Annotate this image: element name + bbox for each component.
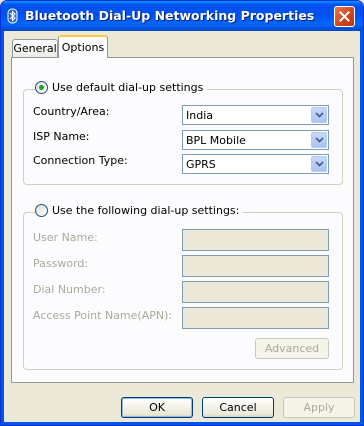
connection-type-value: GPRS	[186, 158, 216, 171]
tab-general-label: General	[13, 42, 57, 55]
chevron-down-icon[interactable]	[311, 107, 327, 123]
tab-options[interactable]: Options	[58, 35, 108, 58]
dialog-window: Bluetooth Dial-Up Networking Properties …	[0, 0, 364, 426]
chevron-down-icon[interactable]	[311, 156, 327, 172]
ok-button[interactable]: OK	[121, 397, 193, 418]
close-icon	[339, 11, 350, 22]
radio-button-unselected[interactable]	[35, 204, 48, 217]
connection-type-select[interactable]: GPRS	[182, 154, 329, 174]
user-name-field[interactable]	[182, 229, 329, 251]
isp-label: ISP Name:	[33, 130, 90, 143]
default-settings-radio-label: Use default dial-up settings	[52, 81, 204, 94]
cancel-button-label: Cancel	[219, 401, 257, 414]
dial-number-label: Dial Number:	[33, 283, 106, 296]
apply-button[interactable]: Apply	[283, 397, 355, 418]
tab-general[interactable]: General	[12, 39, 58, 57]
advanced-button[interactable]: Advanced	[255, 338, 329, 359]
bluetooth-icon	[7, 8, 18, 24]
window-title: Bluetooth Dial-Up Networking Properties	[25, 8, 315, 23]
window-border-bottom	[1, 422, 363, 425]
apn-label: Access Point Name(APN):	[33, 309, 173, 322]
window-border-left	[1, 31, 4, 425]
country-select[interactable]: India	[182, 105, 329, 125]
country-label: Country/Area:	[33, 105, 110, 118]
radio-button-selected[interactable]	[35, 81, 48, 94]
default-settings-radio[interactable]: Use default dial-up settings	[35, 81, 208, 94]
advanced-button-label: Advanced	[264, 342, 320, 355]
custom-settings-radio[interactable]: Use the following dial-up settings:	[35, 204, 244, 217]
user-name-label: User Name:	[33, 231, 98, 244]
ok-button-label: OK	[149, 401, 165, 414]
country-value: India	[186, 109, 213, 122]
password-label: Password:	[33, 257, 89, 270]
close-button[interactable]	[334, 6, 355, 27]
chevron-down-icon[interactable]	[311, 132, 327, 148]
apn-field[interactable]	[182, 307, 329, 329]
password-field[interactable]	[182, 255, 329, 277]
title-bar[interactable]: Bluetooth Dial-Up Networking Properties	[1, 1, 363, 31]
cancel-button[interactable]: Cancel	[202, 397, 274, 418]
dial-number-field[interactable]	[182, 281, 329, 303]
custom-settings-radio-label: Use the following dial-up settings:	[52, 204, 240, 217]
isp-select[interactable]: BPL Mobile	[182, 130, 329, 150]
window-border-right	[360, 31, 363, 425]
tab-options-label: Options	[61, 41, 105, 54]
connection-type-label: Connection Type:	[33, 154, 128, 167]
apply-button-label: Apply	[303, 401, 335, 414]
isp-value: BPL Mobile	[186, 134, 246, 147]
